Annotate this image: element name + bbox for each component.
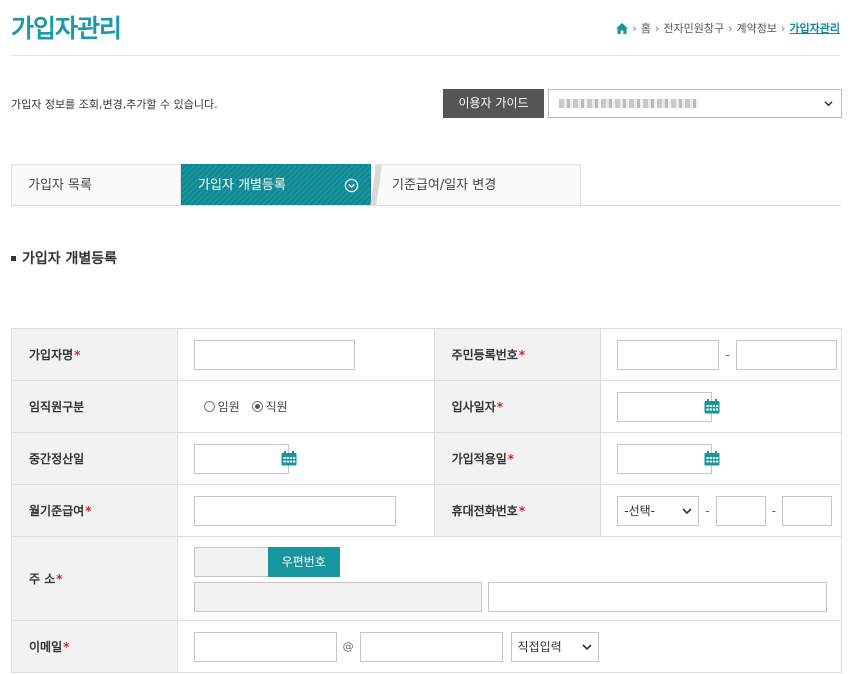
chevron-down-icon [581, 643, 592, 650]
user-guide-button[interactable]: 이용자 가이드 [443, 89, 544, 118]
salary-input[interactable] [193, 495, 396, 526]
email-id-input[interactable] [193, 631, 337, 662]
radio-circle [203, 401, 215, 412]
company-select[interactable] [548, 89, 842, 118]
section-title: 가입자 개별등록 [11, 248, 117, 268]
page-description: 가입자 정보를 조회,변경,추가할 수 있습니다. [11, 98, 218, 111]
phone-prefix-select[interactable]: -선택- [617, 495, 700, 526]
calendar-icon[interactable] [704, 399, 720, 414]
zipcode-search-button[interactable]: 우편번호 [267, 547, 340, 577]
address-base-input[interactable] [193, 582, 482, 612]
circle-chevron-down-icon [344, 178, 359, 193]
apply-date-input[interactable] [617, 443, 713, 474]
blurred-selected-value [559, 99, 699, 108]
radio-circle-checked [251, 401, 263, 412]
tab-underline [11, 205, 841, 206]
tab-individual-register[interactable]: 가입자 개별등록 [181, 164, 371, 205]
section-title-text: 가입자 개별등록 [22, 251, 118, 267]
breadcrumb-item-home[interactable]: 홈 [641, 20, 651, 36]
interim-date-input[interactable] [193, 443, 289, 474]
rrn-separator: - [725, 347, 730, 362]
salary-label: 월기준급여* [11, 484, 178, 537]
join-date-label: 입사일자* [433, 380, 602, 433]
address-label: 주 소* [11, 536, 178, 621]
breadcrumb-separator: › [728, 21, 733, 35]
calendar-icon[interactable] [281, 451, 297, 466]
title-divider [11, 55, 840, 56]
interim-settlement-label: 중간정산일 [11, 432, 178, 485]
join-date-input[interactable] [617, 391, 713, 422]
rrn-back-input[interactable] [735, 339, 837, 370]
phone-separator: - [705, 503, 710, 518]
chevron-down-icon [682, 507, 692, 514]
square-bullet-icon [11, 255, 16, 261]
radio-employee[interactable]: 직원 [251, 398, 288, 415]
emp-type-label: 임직원구분 [11, 380, 178, 433]
breadcrumb-item-contract[interactable]: 계약정보 [737, 20, 777, 36]
page-title: 가입자관리 [11, 14, 122, 43]
breadcrumb-separator: › [632, 21, 637, 35]
breadcrumb-item-current[interactable]: 가입자관리 [789, 20, 840, 36]
tab-member-list[interactable]: 가입자 목록 [11, 164, 181, 205]
zipcode-input[interactable] [193, 547, 270, 577]
breadcrumb-separator: › [654, 21, 660, 35]
rrn-label: 주민등록번호* [433, 328, 602, 381]
phone-middle-input[interactable] [715, 495, 766, 526]
chevron-down-icon [824, 101, 833, 107]
home-icon[interactable] [616, 22, 629, 34]
radio-executive[interactable]: 임원 [203, 398, 240, 415]
phone-separator: - [771, 503, 776, 518]
email-domain-select[interactable]: 직접입력 [510, 631, 599, 662]
breadcrumb-separator: › [780, 21, 786, 35]
tab-label: 가입자 개별등록 [198, 178, 286, 193]
register-form: 가입자명* 주민등록번호* - 임직원구분 임원 직원 입사일자* 중간정산일 … [11, 328, 843, 673]
breadcrumb-item-civil[interactable]: 전자민원창구 [663, 20, 724, 36]
breadcrumb: › 홈 › 전자민원창구 › 계약정보 › 가입자관리 [616, 20, 840, 36]
name-label: 가입자명* [11, 328, 178, 381]
tab-bar: 가입자 목록 가입자 개별등록 기준급여/일자 변경 [11, 164, 841, 206]
phone-label: 휴대전화번호* [433, 484, 602, 537]
apply-date-label: 가입적용일* [433, 432, 602, 485]
tab-salary-date-change[interactable]: 기준급여/일자 변경 [375, 164, 581, 205]
name-input[interactable] [193, 339, 355, 370]
phone-last-input[interactable] [781, 495, 832, 526]
email-label: 이메일* [11, 620, 178, 673]
email-domain-input[interactable] [359, 631, 503, 662]
address-detail-input[interactable] [487, 582, 827, 612]
calendar-icon[interactable] [704, 451, 720, 466]
rrn-front-input[interactable] [617, 339, 720, 370]
email-at-sign: @ [342, 640, 354, 653]
